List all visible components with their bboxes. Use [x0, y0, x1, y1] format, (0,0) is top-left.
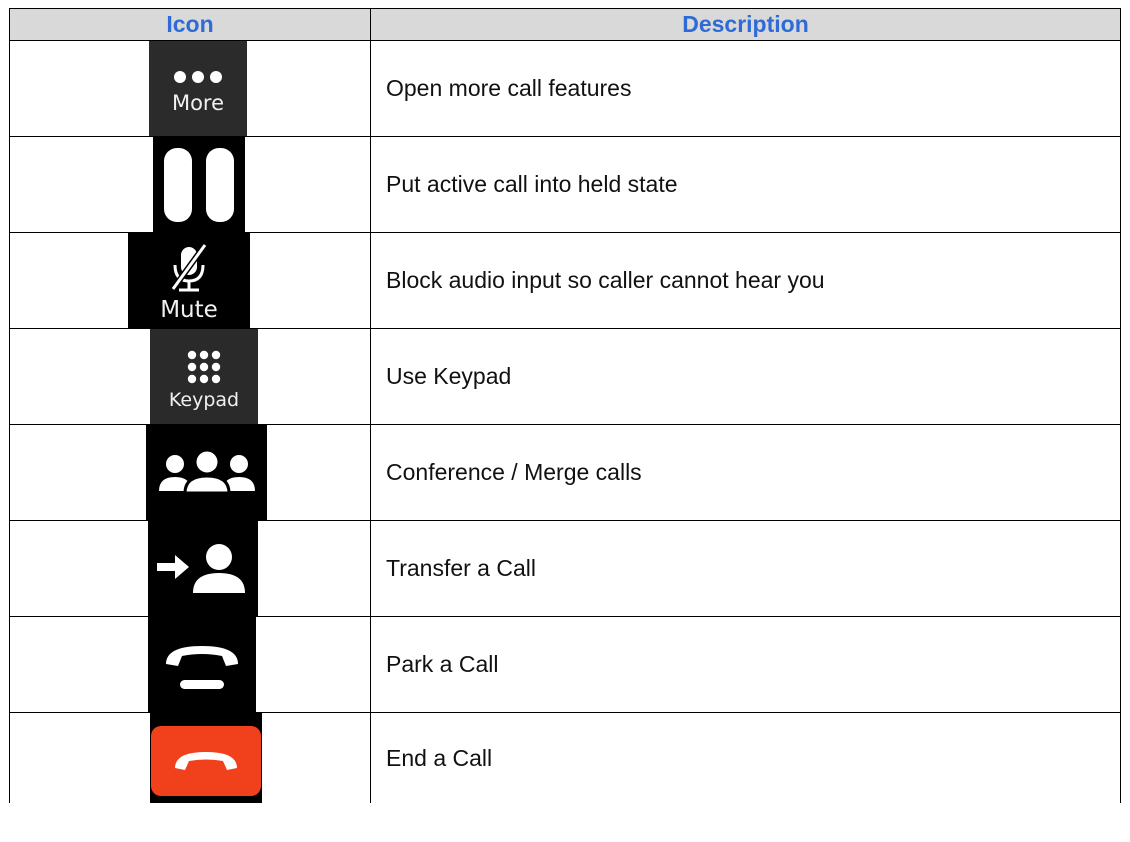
icon-cell: [9, 136, 371, 233]
table-row: Mute Block audio input so caller cannot …: [9, 232, 1121, 329]
description-cell: Put active call into held state: [370, 136, 1121, 233]
description-cell: Block audio input so caller cannot hear …: [370, 232, 1121, 329]
table-row: Put active call into held state: [9, 136, 1121, 233]
icon-label: More: [171, 90, 225, 115]
icon-description-table: Icon Description More Open more call fea…: [9, 8, 1121, 803]
table-row: More Open more call features: [9, 40, 1121, 137]
description-cell: Park a Call: [370, 616, 1121, 713]
description-column-header: Description: [370, 8, 1121, 41]
icon-cell: Keypad: [9, 328, 371, 425]
description-cell: End a Call: [370, 712, 1121, 803]
icon-label: Keypad: [168, 388, 240, 411]
conference-icon: [146, 425, 267, 520]
description-cell: Open more call features: [370, 40, 1121, 137]
table-row: Transfer a Call: [9, 520, 1121, 617]
table-row: Keypad Use Keypad: [9, 328, 1121, 425]
icon-label: Mute: [160, 296, 218, 323]
transfer-icon: [148, 521, 258, 616]
icon-cell: More: [9, 40, 371, 137]
description-cell: Transfer a Call: [370, 520, 1121, 617]
table-row: End a Call: [9, 712, 1121, 803]
icon-column-header: Icon: [9, 8, 371, 41]
more-icon: More: [149, 41, 247, 136]
keypad-icon: Keypad: [150, 329, 258, 424]
hold-icon: [153, 137, 245, 232]
table-row: Conference / Merge calls: [9, 424, 1121, 521]
mute-icon: Mute: [128, 233, 250, 328]
description-cell: Use Keypad: [370, 328, 1121, 425]
table-header-row: Icon Description: [9, 8, 1121, 41]
icon-cell: [9, 616, 371, 713]
end-call-icon: [150, 713, 262, 803]
icon-cell: [9, 712, 371, 803]
icon-cell: Mute: [9, 232, 371, 329]
description-cell: Conference / Merge calls: [370, 424, 1121, 521]
table-row: Park a Call: [9, 616, 1121, 713]
park-icon: [148, 617, 256, 712]
icon-cell: [9, 424, 371, 521]
icon-cell: [9, 520, 371, 617]
